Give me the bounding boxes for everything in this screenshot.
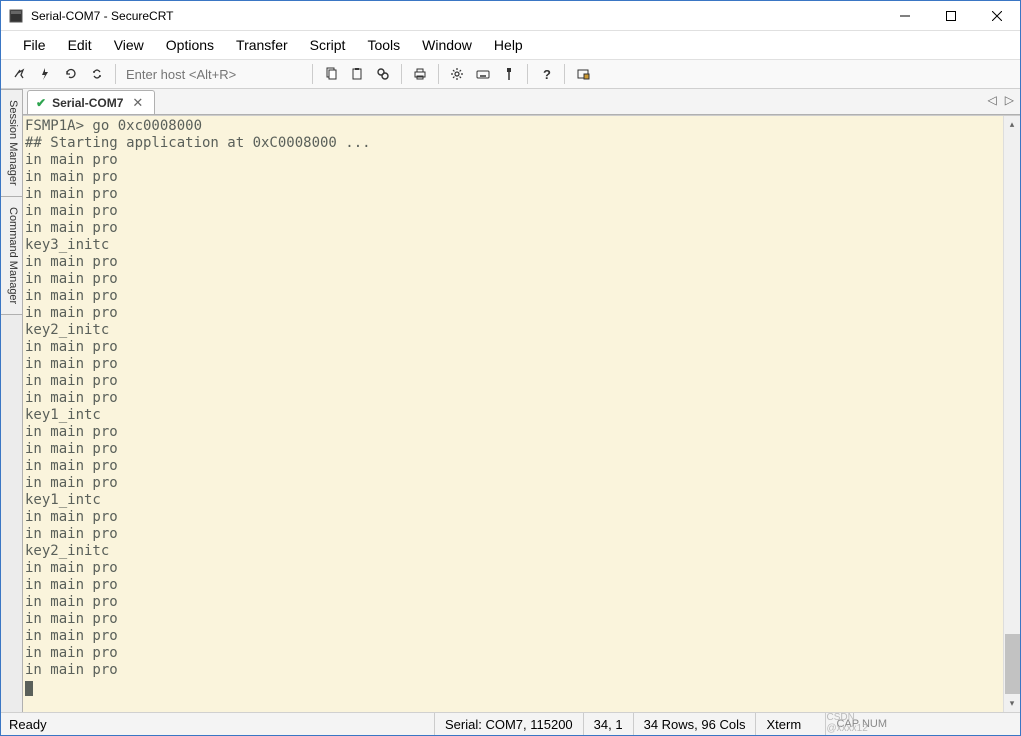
status-cursor: 34, 1 xyxy=(584,713,634,735)
scroll-up-icon[interactable]: ▴ xyxy=(1004,116,1020,133)
host-input[interactable] xyxy=(122,63,306,85)
status-rowscols: 34 Rows, 96 Cols xyxy=(634,713,757,735)
minimize-button[interactable] xyxy=(882,1,928,31)
statusbar: Ready Serial: COM7, 115200 34, 1 34 Rows… xyxy=(1,713,1020,735)
find-icon[interactable] xyxy=(371,62,395,86)
settings-icon[interactable] xyxy=(445,62,469,86)
disconnect-icon[interactable] xyxy=(85,62,109,86)
tab-next-icon[interactable]: ▷ xyxy=(1005,93,1014,107)
session-options-icon[interactable] xyxy=(497,62,521,86)
menu-options[interactable]: Options xyxy=(155,33,225,57)
tab-prev-icon[interactable]: ◁ xyxy=(988,93,997,107)
tab-strip: ✔ Serial-COM7 ✕ ◁ ▷ xyxy=(23,89,1020,115)
menu-script[interactable]: Script xyxy=(299,33,357,57)
menu-help[interactable]: Help xyxy=(483,33,534,57)
menu-window[interactable]: Window xyxy=(411,33,483,57)
connected-check-icon: ✔ xyxy=(36,96,46,110)
keyboard-icon[interactable] xyxy=(471,62,495,86)
scroll-thumb[interactable] xyxy=(1005,634,1020,694)
watermark: CSDN @xxxx12 xyxy=(826,712,895,734)
status-ready: Ready xyxy=(5,713,435,735)
copy-icon[interactable] xyxy=(319,62,343,86)
terminal-output[interactable]: FSMP1A> go 0xc0008000 ## Starting applic… xyxy=(23,116,1003,712)
menu-view[interactable]: View xyxy=(103,33,155,57)
print-icon[interactable] xyxy=(408,62,432,86)
titlebar: Serial-COM7 - SecureCRT xyxy=(1,1,1020,31)
terminal-scrollbar[interactable]: ▴ ▾ xyxy=(1003,116,1020,712)
menu-transfer[interactable]: Transfer xyxy=(225,33,299,57)
side-panel: Session Manager Command Manager xyxy=(1,89,23,712)
tab-close-icon[interactable]: ✕ xyxy=(129,95,146,111)
toolbar: ? xyxy=(1,59,1020,89)
reconnect-icon[interactable] xyxy=(59,62,83,86)
connect-icon[interactable] xyxy=(7,62,31,86)
menubar: File Edit View Options Transfer Script T… xyxy=(1,31,1020,59)
menu-tools[interactable]: Tools xyxy=(356,33,411,57)
menu-file[interactable]: File xyxy=(12,33,57,57)
help-icon[interactable]: ? xyxy=(534,62,558,86)
paste-icon[interactable] xyxy=(345,62,369,86)
tab-label: Serial-COM7 xyxy=(52,96,123,110)
status-serial: Serial: COM7, 115200 xyxy=(435,713,584,735)
lock-session-icon[interactable] xyxy=(571,62,595,86)
app-icon xyxy=(8,8,24,24)
window-title: Serial-COM7 - SecureCRT xyxy=(31,9,173,23)
status-term: Xterm xyxy=(756,713,826,735)
close-button[interactable] xyxy=(974,1,1020,31)
quick-connect-icon[interactable] xyxy=(33,62,57,86)
session-manager-tab[interactable]: Session Manager xyxy=(1,89,22,197)
window-buttons xyxy=(882,1,1020,31)
menu-edit[interactable]: Edit xyxy=(57,33,103,57)
scroll-down-icon[interactable]: ▾ xyxy=(1004,695,1020,712)
svg-text:?: ? xyxy=(543,67,551,81)
tab-serial-com7[interactable]: ✔ Serial-COM7 ✕ xyxy=(27,90,155,114)
command-manager-tab[interactable]: Command Manager xyxy=(1,197,22,315)
maximize-button[interactable] xyxy=(928,1,974,31)
